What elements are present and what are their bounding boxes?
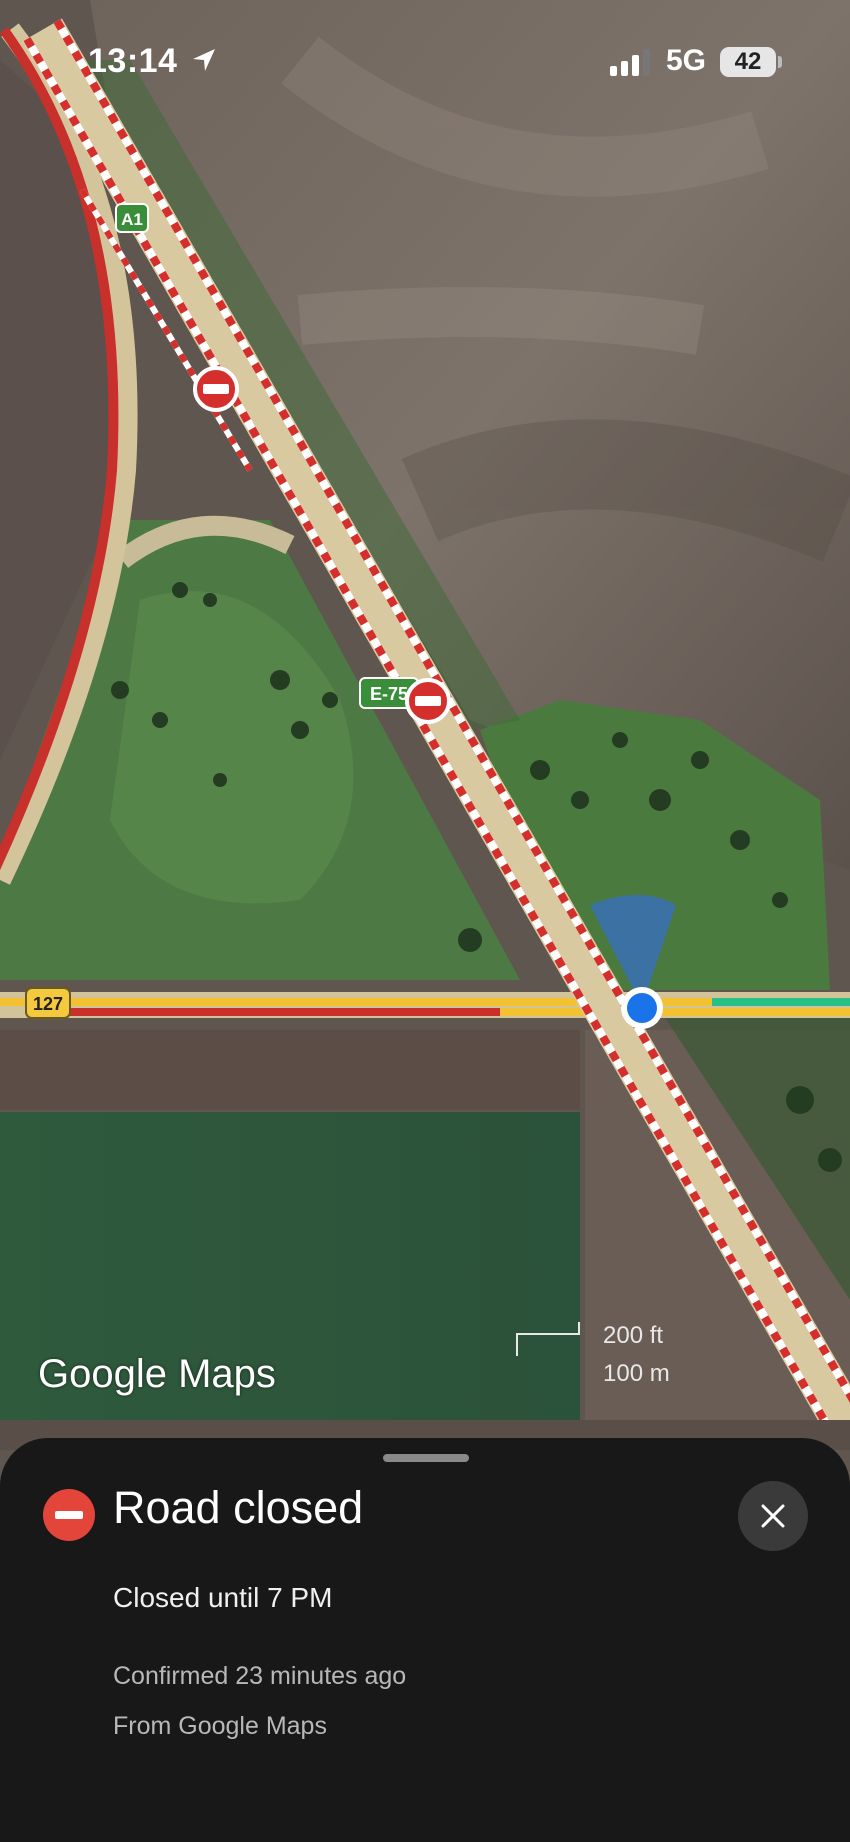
sheet-title: Road closed: [113, 1482, 364, 1533]
closure-detail: Closed until 7 PM: [113, 1582, 333, 1613]
road-127-traffic-red: [60, 1008, 500, 1016]
cellular-signal-icon: [610, 49, 650, 76]
battery-nub: [778, 56, 782, 68]
network-type: 5G: [666, 44, 707, 77]
road-127-traffic-yellow-east: [500, 1008, 850, 1016]
no-entry-icon[interactable]: [193, 366, 239, 412]
road-label-e75: E-75: [370, 684, 408, 704]
close-icon: [761, 1504, 785, 1528]
bottom-sheet[interactable]: Road closed Closed until 7 PM Confirmed …: [0, 1438, 850, 1842]
status-time: 13:14: [88, 42, 178, 80]
blue-dot-location-icon: [621, 987, 663, 1029]
field-south-brown: [0, 1030, 580, 1110]
status-bar: 13:14 5G 42: [0, 0, 850, 120]
shield-a1: A1: [115, 203, 149, 233]
confirmation-time: Confirmed 23 minutes ago: [113, 1662, 407, 1690]
location-arrow-icon: [193, 49, 215, 71]
road-closed-icon: [43, 1489, 95, 1541]
road-127-traffic-green: [712, 998, 850, 1006]
report-source: From Google Maps: [113, 1712, 327, 1740]
no-entry-icon[interactable]: [405, 678, 451, 724]
scale-label-ft: 200 ft: [603, 1322, 664, 1349]
google-maps-watermark: Google Maps: [38, 1352, 276, 1396]
sheet-drag-handle[interactable]: [383, 1454, 469, 1462]
road-label-127: 127: [33, 994, 63, 1014]
road-label-a1: A1: [121, 210, 143, 229]
close-button[interactable]: [738, 1481, 808, 1551]
shield-127: 127: [25, 987, 71, 1019]
scale-label-m: 100 m: [603, 1360, 670, 1387]
battery-indicator: 42: [720, 47, 776, 77]
